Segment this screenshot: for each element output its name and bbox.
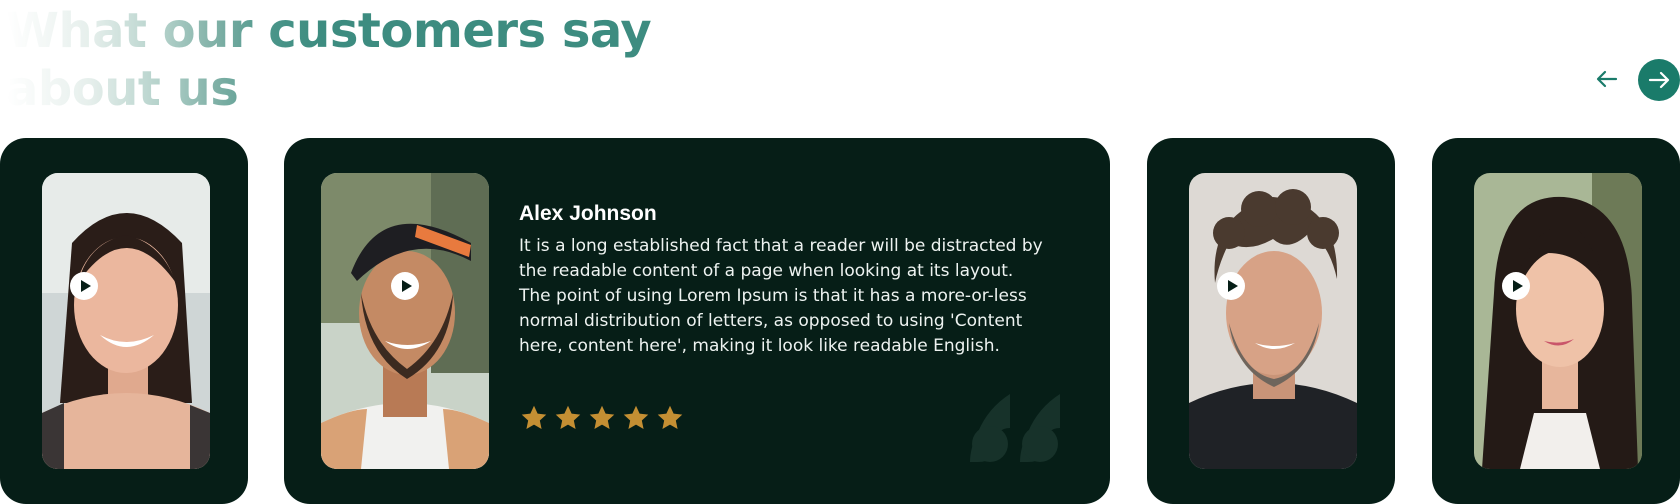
section-title-line-1: What our customers say	[6, 3, 652, 59]
customer-photo	[42, 173, 210, 469]
star-rating	[520, 404, 684, 432]
testimonial-card-4[interactable]	[1432, 138, 1680, 504]
customer-photo	[321, 173, 489, 469]
section-title-line-2: about us	[6, 61, 239, 117]
play-video-button[interactable]	[70, 272, 98, 300]
star-icon	[657, 405, 683, 429]
customer-name: Alex Johnson	[519, 202, 657, 225]
play-icon	[1227, 280, 1238, 292]
testimonial-text: It is a long established fact that a rea…	[519, 236, 1043, 356]
carousel-prev-button[interactable]	[1590, 62, 1624, 96]
carousel-next-button[interactable]	[1638, 59, 1680, 101]
star-icon	[589, 405, 615, 429]
testimonial-card-2[interactable]: Alex Johnson It is a long established fa…	[284, 138, 1110, 504]
star-icon	[555, 405, 581, 429]
testimonial-card-3[interactable]	[1147, 138, 1395, 504]
play-icon	[401, 280, 412, 292]
customer-photo	[1189, 173, 1357, 469]
customer-photo	[1474, 173, 1642, 469]
quote-mark-icon	[970, 394, 1060, 462]
play-video-button[interactable]	[1502, 272, 1530, 300]
play-video-button[interactable]	[391, 272, 419, 300]
testimonial-card-1[interactable]	[0, 138, 248, 504]
play-icon	[80, 280, 91, 292]
arrow-left-icon	[1596, 70, 1618, 88]
arrow-right-icon	[1648, 71, 1670, 89]
star-icon	[521, 405, 547, 429]
star-icon	[623, 405, 649, 429]
play-video-button[interactable]	[1217, 272, 1245, 300]
section-title: What our customers say about us	[6, 2, 706, 118]
play-icon	[1512, 280, 1523, 292]
